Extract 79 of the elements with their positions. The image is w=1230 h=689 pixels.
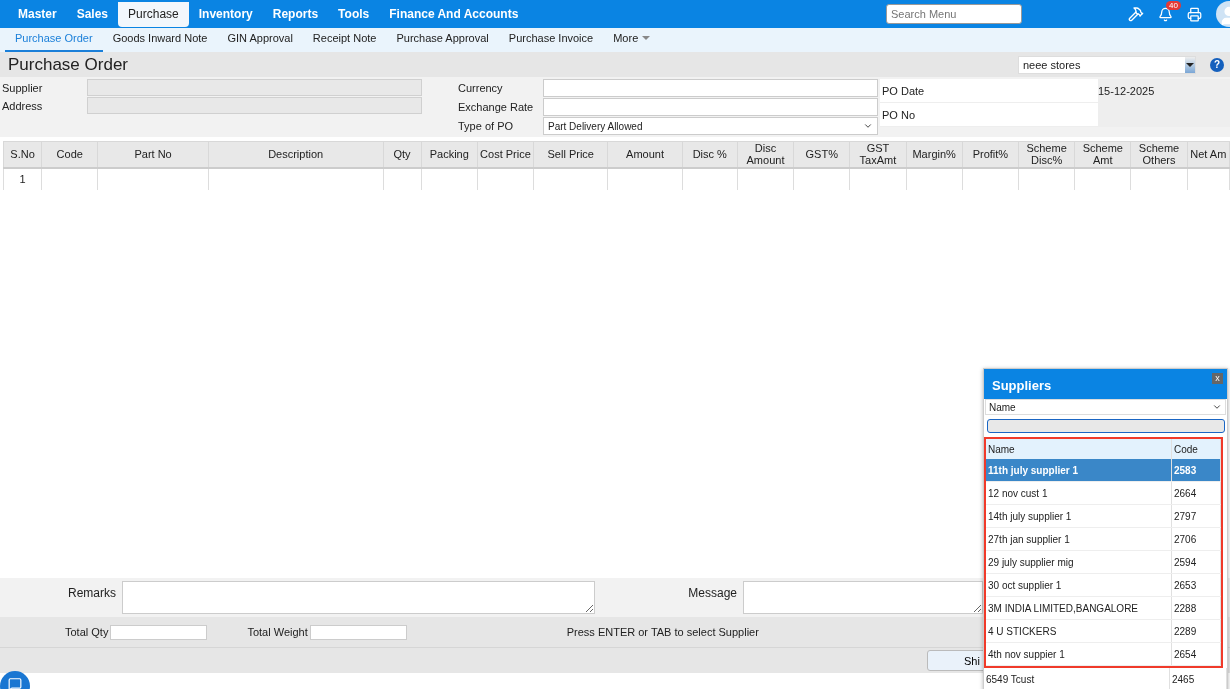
field-label: Message — [687, 585, 738, 600]
column-header: Scheme Others — [1130, 141, 1188, 168]
hammer-icon[interactable] — [1128, 6, 1144, 22]
column-header: Net Am — [1187, 141, 1230, 168]
total-qty-field[interactable] — [110, 624, 208, 640]
table-cell: 1 — [3, 167, 42, 190]
bell-icon[interactable] — [1158, 6, 1173, 22]
nav-tab[interactable]: Inventory — [188, 1, 263, 27]
help-icon[interactable]: ? — [1210, 57, 1224, 72]
column-header: Cost Price — [477, 141, 534, 168]
field-label: Currency — [457, 81, 504, 96]
po-date-value: 15-12-2025 — [1098, 79, 1230, 103]
column-header: Disc Amount — [737, 141, 794, 168]
nav-tab[interactable]: Sales — [66, 1, 119, 27]
sub-tab[interactable]: Goods Inward Note — [102, 30, 218, 52]
nav-tab[interactable]: Reports — [262, 1, 329, 27]
sub-tab[interactable]: Receipt Note — [302, 30, 387, 52]
column-header: Amount — [607, 141, 683, 168]
column-header: Description — [208, 141, 383, 168]
column-header: S.No — [3, 141, 42, 168]
nav-tab[interactable]: Tools — [328, 1, 380, 27]
nav-tab[interactable]: Master — [8, 1, 67, 27]
sub-tab[interactable]: Purchase Approval — [386, 30, 499, 52]
search-field[interactable]: Search Menu — [886, 4, 1022, 24]
column-header: Profit% — [962, 141, 1019, 168]
field-label: Exchange Rate — [457, 100, 535, 115]
column-header: Margin% — [906, 141, 963, 168]
remarks-field[interactable] — [122, 581, 595, 614]
more-menu[interactable]: More — [603, 30, 661, 52]
field-label: PO Date — [880, 79, 1098, 103]
supplier-row[interactable]: 4th nov suppier 1 2654 — [986, 643, 1221, 666]
field-label: Type of PO — [457, 119, 515, 134]
field-label: Remarks — [67, 585, 117, 600]
column-header: Disc % — [682, 141, 738, 168]
field-label: Total Qty — [65, 626, 109, 638]
field-label: Total Weight — [247, 626, 308, 638]
supplier-search-field[interactable] — [987, 419, 1225, 433]
message-field[interactable] — [743, 581, 983, 614]
exchange-rate-field[interactable] — [543, 98, 878, 116]
column-header: GST TaxAmt — [849, 141, 907, 168]
store-select[interactable]: neee stores — [1018, 55, 1196, 74]
notification-badge: 40 — [1166, 0, 1181, 10]
popup-title: Suppliers x — [984, 369, 1227, 399]
column-header: Scheme Amt — [1074, 141, 1131, 168]
printer-icon[interactable] — [1187, 6, 1202, 22]
total-weight-field[interactable] — [309, 624, 407, 640]
chevron-down-icon — [863, 121, 873, 131]
supplier-row[interactable]: 29 july supplier mig 2594 — [986, 551, 1221, 574]
column-header: Scheme Disc% — [1018, 141, 1075, 168]
supplier-row[interactable]: 12 nov cust 1 2664 — [986, 482, 1221, 505]
chevron-down-icon — [1212, 402, 1222, 412]
supplier-field[interactable] — [87, 79, 422, 96]
column-header: Code — [41, 141, 98, 168]
supplier-row[interactable]: 30 oct supplier 1 2653 — [986, 574, 1221, 597]
field-label: PO No — [880, 103, 1098, 127]
search-by-select[interactable]: Name — [985, 399, 1226, 415]
column-header: Packing — [421, 141, 478, 168]
currency-field[interactable] — [543, 79, 878, 97]
field-label: Supplier — [1, 80, 44, 96]
field-label: Address — [1, 98, 44, 114]
sub-tab[interactable]: Purchase Invoice — [498, 30, 604, 52]
type-of-po-select[interactable]: Part Delivery Allowed — [543, 117, 878, 135]
hint-text: Press ENTER or TAB to select Supplier — [566, 626, 759, 638]
column-header: Part No — [97, 141, 209, 168]
supplier-row[interactable]: 27th jan supplier 1 2706 — [986, 528, 1221, 551]
address-field[interactable] — [87, 97, 422, 114]
supplier-row[interactable]: 6549 Tcust 2465 — [984, 668, 1227, 689]
column-header: GST% — [793, 141, 850, 168]
nav-tab[interactable]: Finance And Accounts — [379, 1, 529, 27]
supplier-row[interactable]: 11th july supplier 1 2583 — [986, 459, 1221, 482]
nav-tab[interactable]: Purchase — [118, 1, 189, 27]
supplier-row[interactable]: 3M INDIA LIMITED,BANGALORE 2288 — [986, 597, 1221, 620]
supplier-row[interactable]: 4 U STICKERS 2289 — [986, 620, 1221, 643]
page-title: Purchase Order — [8, 54, 128, 75]
column-header: Qty — [383, 141, 422, 168]
close-button[interactable]: x — [1212, 373, 1223, 384]
supplier-row[interactable]: 14th july supplier 1 2797 — [986, 505, 1221, 528]
sub-tab[interactable]: GIN Approval — [217, 30, 303, 52]
column-header: Sell Price — [533, 141, 608, 168]
